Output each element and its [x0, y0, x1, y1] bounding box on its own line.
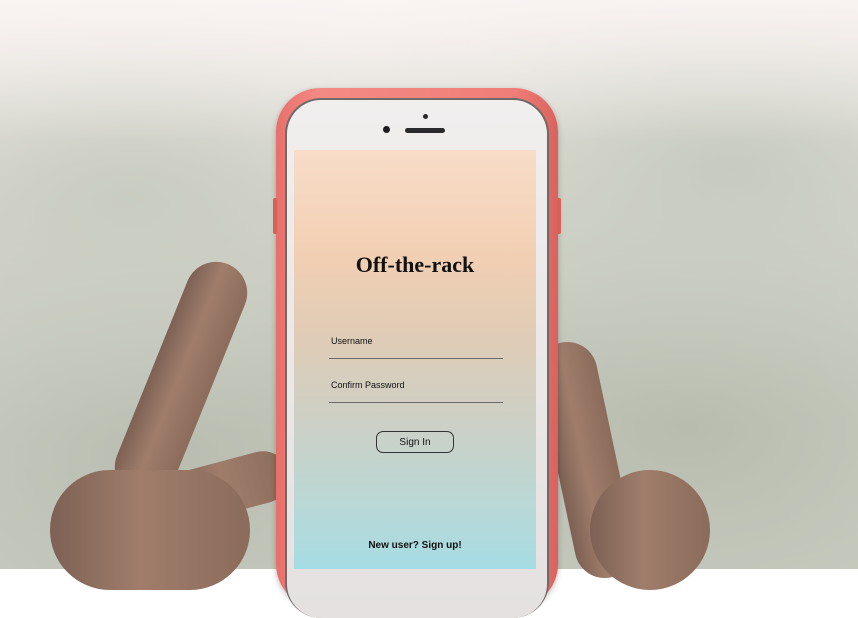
signup-link[interactable]: New user? Sign up! — [294, 540, 536, 551]
earpiece-speaker-icon — [405, 128, 445, 133]
sensor-icon — [423, 114, 428, 119]
front-camera-icon — [383, 126, 390, 133]
confirm-password-underline — [329, 402, 503, 403]
sign-in-button[interactable]: Sign In — [376, 431, 454, 453]
right-palm — [590, 470, 710, 590]
app-title: Off-the-rack — [355, 252, 475, 277]
phone-side-button-left — [273, 198, 277, 234]
confirm-password-input[interactable] — [329, 376, 503, 402]
app-screen: Off-the-rack Username Confirm Password S… — [294, 150, 536, 569]
username-underline — [329, 358, 503, 359]
left-palm — [50, 470, 250, 590]
phone-side-button-right — [557, 198, 561, 234]
username-input[interactable] — [329, 332, 503, 358]
